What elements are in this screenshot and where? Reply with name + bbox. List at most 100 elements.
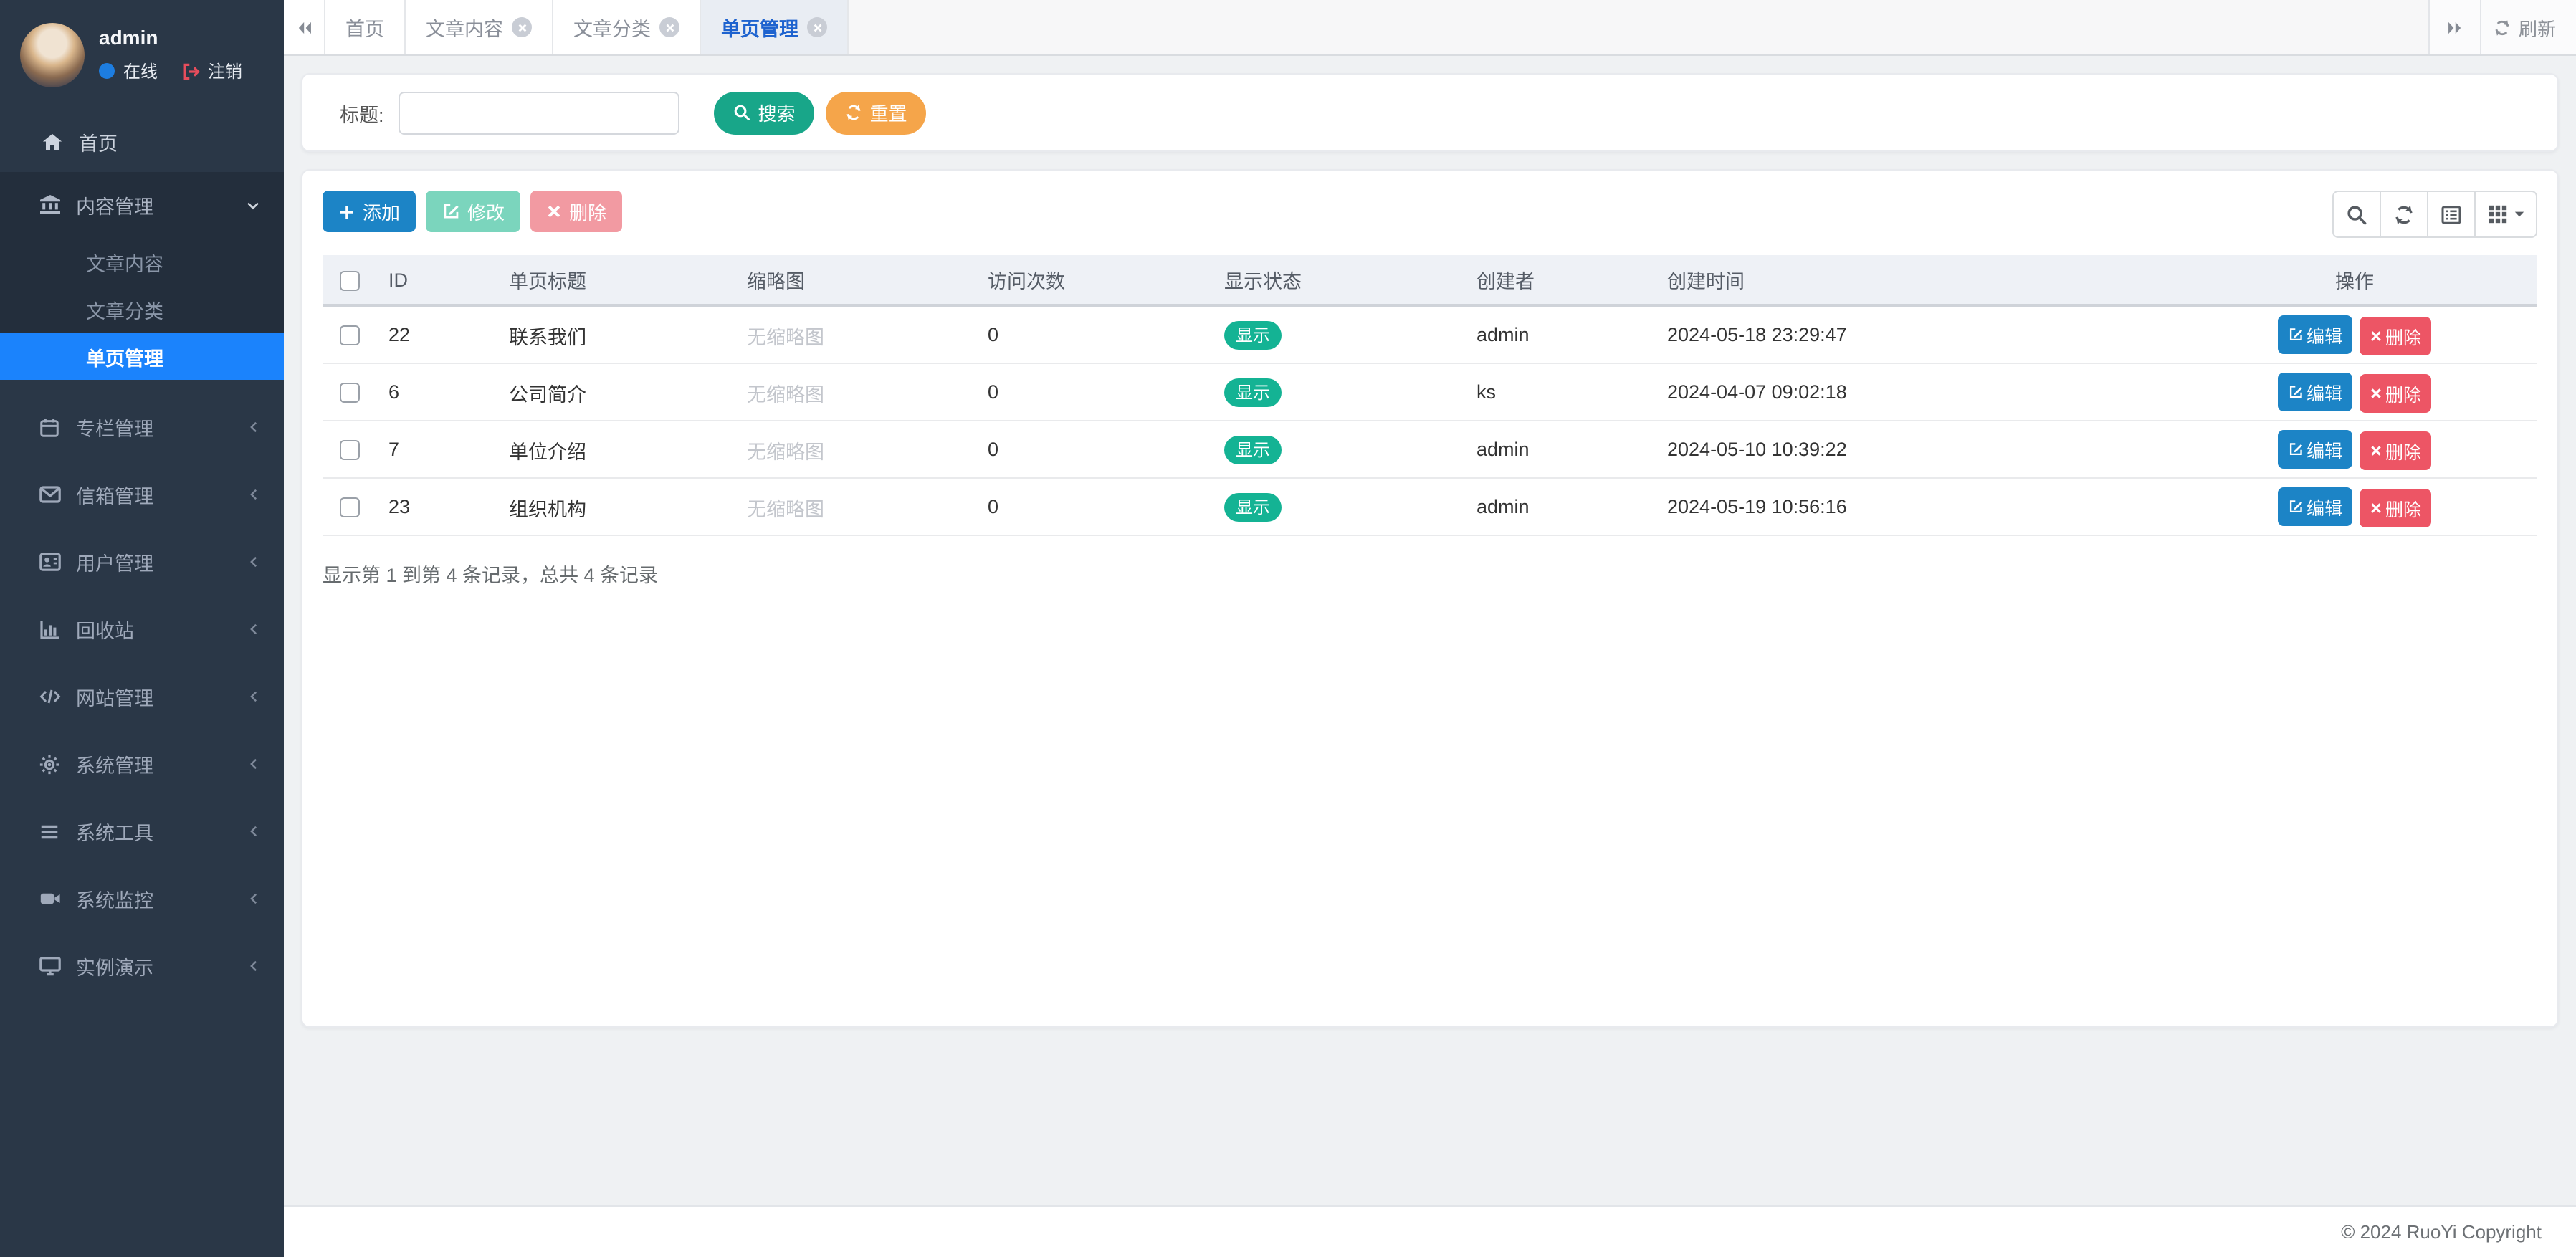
sidebar-item-website-management[interactable]: 网站管理 (0, 664, 284, 730)
chevron-down-icon (245, 197, 261, 213)
column-header-creator: 创建者 (1465, 255, 1656, 305)
logout-button[interactable]: 注销 (178, 59, 242, 83)
double-chevron-right-icon (2446, 18, 2464, 37)
sidebar-item-label: 内容管理 (76, 191, 231, 219)
chevron-left-icon (247, 622, 261, 636)
search-button[interactable]: 搜索 (714, 91, 814, 134)
table-row: 23 组织机构 无缩略图 0 显示 admin 2024-05-19 10:56… (323, 478, 2537, 535)
add-button[interactable]: 添加 (323, 191, 416, 232)
logout-label: 注销 (208, 59, 242, 83)
sidebar-item-recycle-bin[interactable]: 回收站 (0, 596, 284, 662)
refresh-table-button[interactable] (2380, 191, 2428, 238)
search-button-label: 搜索 (758, 99, 796, 126)
data-table: ID 单页标题 缩略图 访问次数 显示状态 创建者 创建时间 操作 (323, 255, 2537, 536)
row-checkbox[interactable] (340, 383, 360, 403)
online-dot (99, 63, 115, 79)
status-badge[interactable]: 显示 (1224, 320, 1282, 349)
sidebar-item-demo[interactable]: 实例演示 (0, 933, 284, 999)
cell-id: 22 (377, 305, 497, 363)
sidebar-menu: 首页 内容管理 文章内容 文章分类 单页管理 专栏管理 信箱管理 (0, 112, 284, 1257)
sidebar-item-user-management[interactable]: 用户管理 (0, 529, 284, 595)
sidebar-item-label: 回收站 (76, 615, 232, 644)
tabs-scroll-left-button[interactable] (284, 0, 325, 54)
sidebar-item-home[interactable]: 首页 (0, 112, 284, 172)
close-icon[interactable] (659, 17, 679, 37)
row-delete-button[interactable]: 删除 (2360, 316, 2431, 355)
row-delete-button[interactable]: 删除 (2360, 488, 2431, 527)
sidebar-item-system-tools[interactable]: 系统工具 (0, 798, 284, 864)
footer: © 2024 RuoYi Copyright (284, 1205, 2576, 1257)
chevron-left-icon (247, 757, 261, 771)
close-icon[interactable] (512, 17, 532, 37)
edit-icon (2288, 441, 2304, 457)
sidebar-subitem-article-content[interactable]: 文章内容 (0, 238, 284, 285)
row-edit-button[interactable]: 编辑 (2278, 315, 2352, 353)
cell-creator: admin (1465, 421, 1656, 478)
tab-single-page[interactable]: 单页管理 (701, 0, 849, 54)
user-meta: admin 在线 注销 (99, 23, 242, 83)
table-row: 6 公司简介 无缩略图 0 显示 ks 2024-04-07 09:02:18 … (323, 363, 2537, 421)
cell-thumbnail: 无缩略图 (735, 363, 976, 421)
caret-down-icon (2512, 208, 2525, 221)
sidebar-item-content-management[interactable]: 内容管理 (0, 172, 284, 238)
select-all-checkbox[interactable] (340, 270, 360, 290)
sidebar-item-mailbox-management[interactable]: 信箱管理 (0, 462, 284, 527)
row-delete-button[interactable]: 删除 (2360, 373, 2431, 412)
sidebar: admin 在线 注销 首页 内容管理 (0, 0, 284, 1257)
tab-article-category[interactable]: 文章分类 (553, 0, 701, 54)
status-badge[interactable]: 显示 (1224, 492, 1282, 521)
row-edit-button[interactable]: 编辑 (2278, 429, 2352, 468)
column-header-id: ID (377, 255, 497, 305)
close-icon[interactable] (807, 17, 827, 37)
row-edit-label: 编辑 (2307, 378, 2342, 405)
x-icon (2370, 386, 2382, 399)
edit-icon (442, 202, 460, 221)
columns-button[interactable] (2474, 191, 2537, 238)
sidebar-item-label: 首页 (79, 128, 118, 156)
status-badge[interactable]: 显示 (1224, 435, 1282, 464)
tab-article-content[interactable]: 文章内容 (406, 0, 553, 54)
cell-created-at: 2024-05-10 10:39:22 (1656, 421, 2172, 478)
toggle-view-button[interactable] (2427, 191, 2476, 238)
copyright-text: © 2024 RuoYi Copyright (2341, 1221, 2542, 1243)
table-list-icon (2440, 203, 2463, 226)
row-edit-button[interactable]: 编辑 (2278, 372, 2352, 411)
sidebar-item-system-monitor[interactable]: 系统监控 (0, 866, 284, 932)
tab-label: 文章内容 (426, 13, 503, 42)
edit-button-label: 修改 (467, 198, 505, 225)
refresh-tab-button[interactable]: 刷新 (2480, 0, 2576, 54)
sidebar-subitem-single-page[interactable]: 单页管理 (0, 333, 284, 380)
cell-created-at: 2024-05-19 10:56:16 (1656, 478, 2172, 535)
cell-thumbnail: 无缩略图 (735, 305, 976, 363)
sidebar-item-system-management[interactable]: 系统管理 (0, 731, 284, 797)
gear-icon (37, 753, 62, 775)
table-options-group (2332, 191, 2537, 238)
row-checkbox[interactable] (340, 325, 360, 345)
row-edit-button[interactable]: 编辑 (2278, 487, 2352, 525)
x-icon (546, 204, 562, 219)
reset-button[interactable]: 重置 (826, 91, 926, 134)
envelope-icon (37, 483, 62, 506)
sidebar-group-content: 内容管理 文章内容 文章分类 单页管理 (0, 172, 284, 380)
sidebar-subitem-article-category[interactable]: 文章分类 (0, 285, 284, 333)
show-search-button[interactable] (2332, 191, 2381, 238)
column-header-actions: 操作 (2172, 255, 2537, 305)
delete-button-disabled[interactable]: 删除 (530, 191, 622, 232)
tabs-scroll-right-button[interactable] (2428, 0, 2480, 54)
row-checkbox[interactable] (340, 440, 360, 460)
row-delete-label: 删除 (2385, 436, 2421, 464)
x-icon (2370, 329, 2382, 342)
title-search-input[interactable] (399, 91, 679, 134)
status-badge[interactable]: 显示 (1224, 378, 1282, 406)
edit-icon (2288, 383, 2304, 399)
sidebar-item-column-management[interactable]: 专栏管理 (0, 394, 284, 460)
edit-button-disabled[interactable]: 修改 (426, 191, 520, 232)
page-content: 标题: 搜索 重置 添加 (284, 56, 2576, 1205)
row-delete-button[interactable]: 删除 (2360, 431, 2431, 469)
search-icon (733, 103, 751, 122)
user-name: admin (99, 26, 242, 49)
row-checkbox[interactable] (340, 497, 360, 517)
tab-home[interactable]: 首页 (325, 0, 406, 54)
online-status-label: 在线 (123, 59, 158, 83)
cell-visits: 0 (976, 305, 1213, 363)
